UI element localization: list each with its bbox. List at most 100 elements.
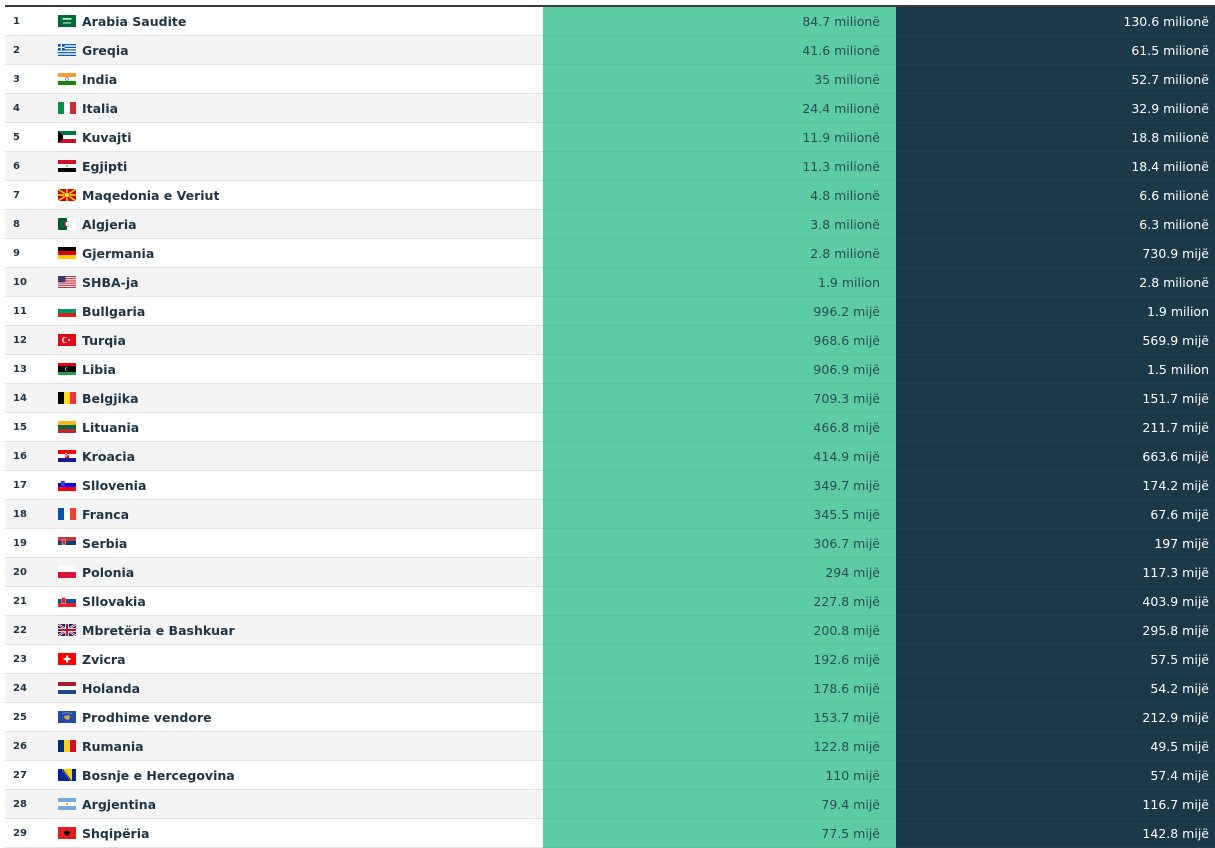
country-cell: Sllovenia: [47, 471, 543, 500]
country-name: Mbretëria e Bashkuar: [82, 622, 235, 638]
value-cell-1: 35 milionë: [543, 65, 896, 94]
rank-cell: 3: [5, 65, 47, 94]
value-cell-2: 663.6 mijë: [896, 442, 1215, 471]
country-cell: Gjermania: [47, 239, 543, 268]
value-cell-1: 414.9 mijë: [543, 442, 896, 471]
value-cell-1: 11.9 milionë: [543, 123, 896, 152]
sa-flag-icon: [58, 15, 76, 27]
tr-flag-icon: [58, 334, 76, 346]
rank-cell: 28: [5, 790, 47, 819]
country-cell: Lituania: [47, 413, 543, 442]
table-row: 9 Gjermania 2.8 milionë 730.9 mijë: [5, 239, 1215, 268]
table-row: 24 Holanda 178.6 mijë 54.2 mijë: [5, 674, 1215, 703]
country-cell: Prodhime vendore: [47, 703, 543, 732]
table-row: 15 Lituania 466.8 mijë 211.7 mijë: [5, 413, 1215, 442]
rank-cell: 16: [5, 442, 47, 471]
rank-cell: 21: [5, 587, 47, 616]
country-cell: Kuvajti: [47, 123, 543, 152]
table-row: 22 Mbretëria e Bashkuar 200.8 mijë 295.8 mi…: [5, 616, 1215, 645]
value-cell-1: 77.5 mijë: [543, 819, 896, 848]
rank-cell: 25: [5, 703, 47, 732]
table-row: 19 Serbia 306.7 mijë 197 mijë: [5, 529, 1215, 558]
country-name: SHBA-ja: [82, 274, 139, 290]
ro-flag-icon: [58, 740, 76, 752]
country-cell: Kroacia: [47, 442, 543, 471]
country-cell: Rumania: [47, 732, 543, 761]
pl-flag-icon: [58, 566, 76, 578]
rank-cell: 4: [5, 94, 47, 123]
rank-cell: 18: [5, 500, 47, 529]
table-row: 2 Greqia 41.6 milionë 61.5 milionë: [5, 36, 1215, 65]
rank-cell: 29: [5, 819, 47, 848]
value-cell-2: 2.8 milionë: [896, 268, 1215, 297]
country-cell: Turqia: [47, 326, 543, 355]
country-cell: Sllovakia: [47, 587, 543, 616]
gb-flag-icon: [58, 624, 76, 636]
country-name: Italia: [82, 100, 119, 116]
xk-flag-icon: [58, 711, 76, 723]
in-flag-icon: [58, 73, 76, 85]
country-cell: Zvicra: [47, 645, 543, 674]
value-cell-1: 349.7 mijë: [543, 471, 896, 500]
country-name: Greqia: [82, 42, 129, 58]
table-row: 28 Argjentina 79.4 mijë 116.7 mijë: [5, 790, 1215, 819]
mk-flag-icon: [58, 189, 76, 201]
country-cell: Italia: [47, 94, 543, 123]
ly-flag-icon: [58, 363, 76, 375]
country-name: Belgjika: [82, 390, 139, 406]
country-name: Kuvajti: [82, 129, 132, 145]
fr-flag-icon: [58, 508, 76, 520]
table-row: 10 SHBA-ja 1.9 milion 2.8 milionë: [5, 268, 1215, 297]
rank-cell: 2: [5, 36, 47, 65]
table-row: 3 India 35 milionë 52.7 milionë: [5, 65, 1215, 94]
rank-cell: 20: [5, 558, 47, 587]
value-cell-2: 57.5 mijë: [896, 645, 1215, 674]
country-cell: Bullgaria: [47, 297, 543, 326]
country-name: Bullgaria: [82, 303, 146, 319]
rank-cell: 9: [5, 239, 47, 268]
country-name: Maqedonia e Veriut: [82, 187, 220, 203]
table-row: 29 Shqipëria 77.5 mijë 142.8 mijë: [5, 819, 1215, 848]
de-flag-icon: [58, 247, 76, 259]
dz-flag-icon: [58, 218, 76, 230]
country-name: Gjermania: [82, 245, 155, 261]
value-cell-1: 466.8 mijë: [543, 413, 896, 442]
country-name: Bosnje e Hercegovina: [82, 767, 235, 783]
kw-flag-icon: [58, 131, 76, 143]
eg-flag-icon: [58, 160, 76, 172]
table-row: 25 Prodhime vendore 153.7 mijë 212.9 mijë: [5, 703, 1215, 732]
country-cell: Bosnje e Hercegovina: [47, 761, 543, 790]
value-cell-1: 41.6 milionë: [543, 36, 896, 65]
value-cell-2: 569.9 mijë: [896, 326, 1215, 355]
value-cell-2: 174.2 mijë: [896, 471, 1215, 500]
country-cell: Franca: [47, 500, 543, 529]
rank-cell: 19: [5, 529, 47, 558]
rank-cell: 26: [5, 732, 47, 761]
table-row: 26 Rumania 122.8 mijë 49.5 mijë: [5, 732, 1215, 761]
table-row: 5 Kuvajti 11.9 milionë 18.8 milionë: [5, 123, 1215, 152]
value-cell-2: 295.8 mijë: [896, 616, 1215, 645]
rank-cell: 11: [5, 297, 47, 326]
country-name: Serbia: [82, 535, 128, 551]
country-cell: Arabia Saudite: [47, 7, 543, 36]
table-row: 20 Polonia 294 mijë 117.3 mijë: [5, 558, 1215, 587]
table-row: 6 Egjipti 11.3 milionë 18.4 milionë: [5, 152, 1215, 181]
rank-cell: 22: [5, 616, 47, 645]
country-cell: Argjentina: [47, 790, 543, 819]
country-cell: Belgjika: [47, 384, 543, 413]
value-cell-2: 49.5 mijë: [896, 732, 1215, 761]
ba-flag-icon: [58, 769, 76, 781]
country-name: Zvicra: [82, 651, 126, 667]
country-name: India: [82, 71, 118, 87]
value-cell-1: 294 mijë: [543, 558, 896, 587]
value-cell-1: 11.3 milionë: [543, 152, 896, 181]
value-cell-2: 61.5 milionë: [896, 36, 1215, 65]
value-cell-1: 178.6 mijë: [543, 674, 896, 703]
table-row: 16 Kroacia 414.9 mijë 663.6 mijë: [5, 442, 1215, 471]
country-name: Egjipti: [82, 158, 128, 174]
it-flag-icon: [58, 102, 76, 114]
country-cell: Maqedonia e Veriut: [47, 181, 543, 210]
rs-flag-icon: [58, 537, 76, 549]
value-cell-1: 110 mijë: [543, 761, 896, 790]
be-flag-icon: [58, 392, 76, 404]
